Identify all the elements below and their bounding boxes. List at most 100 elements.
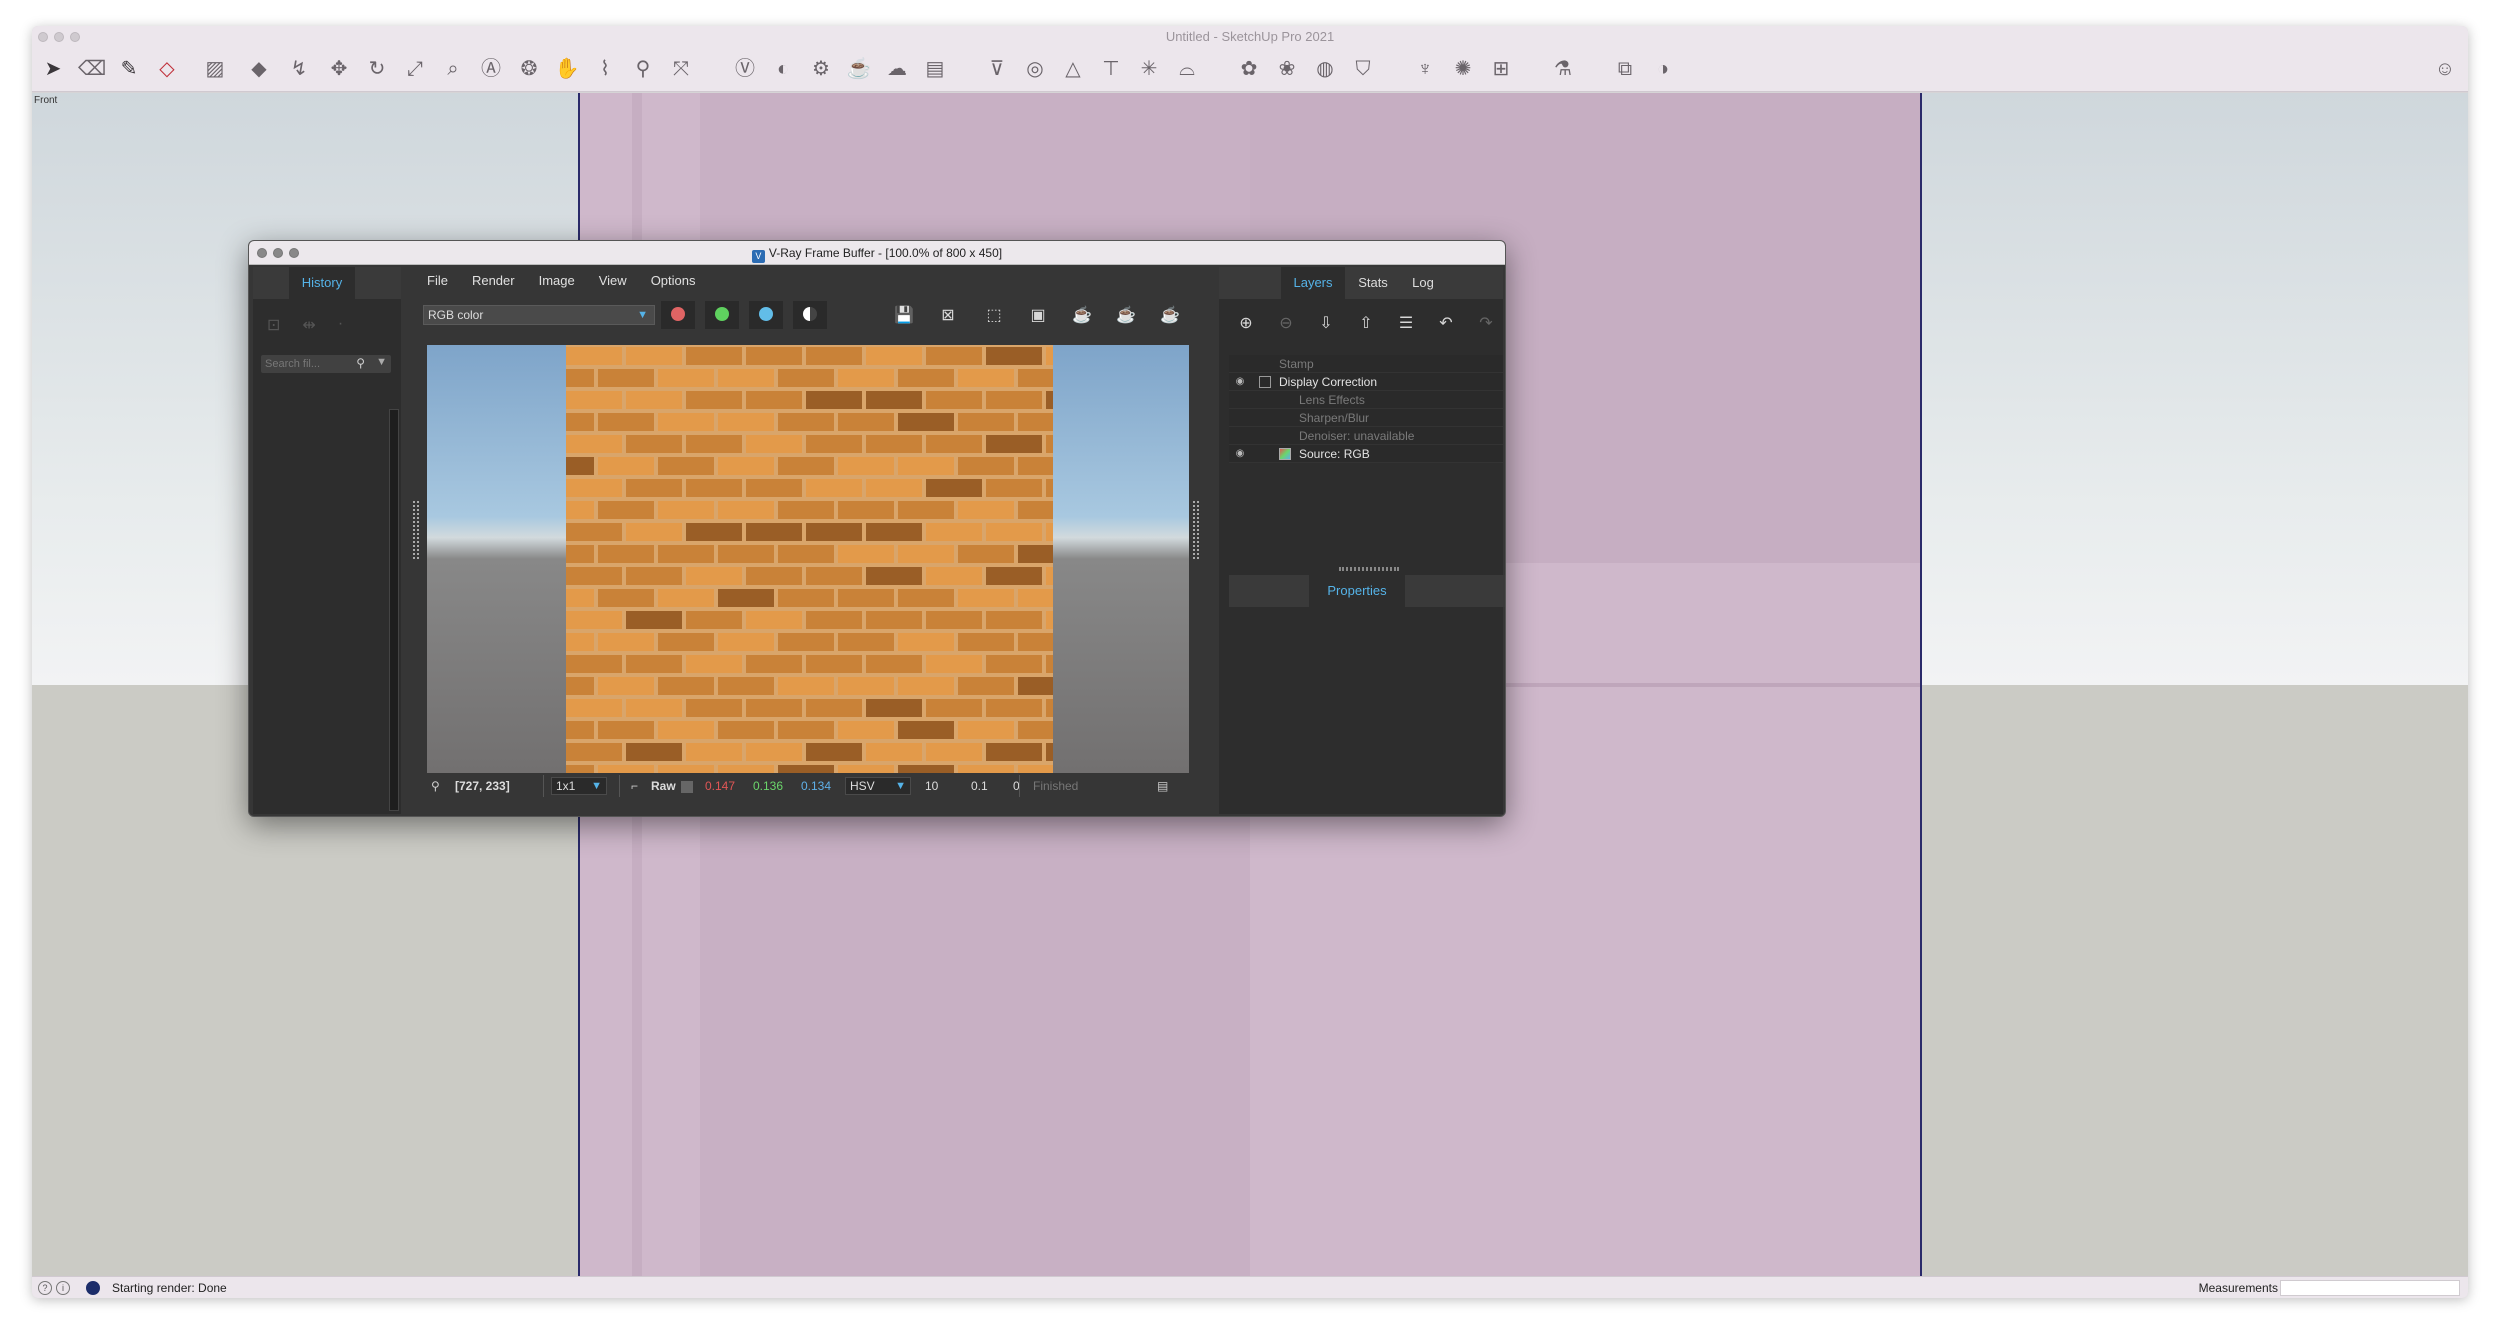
omni-light-2-icon[interactable]: ✳ — [1136, 56, 1162, 82]
tab-layers[interactable]: Layers — [1281, 267, 1345, 299]
brick — [746, 699, 802, 717]
undo-icon[interactable]: ↶ — [1431, 313, 1461, 335]
channel-select[interactable]: RGB color ▼ — [423, 305, 655, 325]
render-teapot-icon[interactable]: ☕ — [1159, 305, 1181, 327]
walk-tool-icon[interactable]: ⌇ — [592, 56, 618, 82]
layer-source-rgb[interactable]: ◉ Source: RGB — [1229, 445, 1503, 463]
ies-light-icon[interactable]: ⊤ — [1098, 56, 1124, 82]
vray-frame-buffer-icon[interactable]: ▤ — [922, 56, 948, 82]
user-icon[interactable] — [86, 1281, 100, 1295]
history-options-icon[interactable]: · — [338, 315, 343, 335]
lock-icon[interactable]: ⚲ — [431, 779, 440, 793]
zoom-extents-icon[interactable]: ⤧ — [668, 56, 694, 82]
shapes-tool-icon[interactable]: ◇ — [154, 56, 180, 82]
menu-file[interactable]: File — [415, 271, 460, 291]
menu-image[interactable]: Image — [527, 271, 587, 291]
text-tool-icon[interactable]: Ⓐ — [478, 56, 504, 82]
delete-layer-icon[interactable]: ⊖ — [1271, 313, 1301, 335]
layer-lens-effects[interactable]: Lens Effects — [1229, 391, 1503, 409]
render-image[interactable] — [427, 345, 1189, 773]
save-layers-icon[interactable]: ⇧ — [1351, 313, 1381, 335]
dome-light-icon[interactable]: ⌓ — [1174, 56, 1200, 82]
compare-icon[interactable]: ⇹ — [302, 315, 315, 335]
vray-interactive-icon[interactable]: ◐ — [770, 56, 796, 82]
section-icon[interactable]: ⊞ — [1488, 56, 1514, 82]
measurements-input[interactable] — [2280, 1280, 2460, 1296]
red-channel-icon — [671, 307, 685, 321]
materials-icon[interactable]: ◑ — [1650, 56, 1676, 82]
layers-list: Stamp ◉ Display Correction Lens Effects … — [1229, 355, 1503, 463]
brick — [806, 699, 862, 717]
tab-stats[interactable]: Stats — [1347, 267, 1399, 299]
stop-render-icon[interactable]: ☕ — [1115, 305, 1137, 327]
menu-options[interactable]: Options — [639, 271, 708, 291]
vray-cloud-icon[interactable]: ☁ — [884, 56, 910, 82]
vray-render-icon[interactable]: Ⓥ — [732, 56, 758, 82]
save-image-icon[interactable]: 💾 — [893, 305, 915, 327]
account-icon[interactable]: ☺ — [2432, 56, 2458, 82]
orbit-tool-icon[interactable]: ❂ — [516, 56, 542, 82]
scatter-icon[interactable]: ♆ — [1412, 56, 1438, 82]
color-space-select[interactable]: HSV ▼ — [845, 777, 911, 795]
eye-icon[interactable]: ◉ — [1233, 445, 1247, 463]
sun-settings-icon[interactable]: ✺ — [1450, 56, 1476, 82]
vray-asset-editor-icon[interactable]: ⚙ — [808, 56, 834, 82]
spot-light-icon[interactable]: △ — [1060, 56, 1086, 82]
zoom-tool-icon[interactable]: ⚲ — [630, 56, 656, 82]
proxy-export-icon[interactable]: ✿ — [1236, 56, 1262, 82]
info-icon[interactable]: i — [56, 1281, 70, 1295]
eraser-tool-icon[interactable]: ⌫ — [78, 56, 106, 82]
layer-sharpen-blur[interactable]: Sharpen/Blur — [1229, 409, 1503, 427]
tab-properties[interactable]: Properties — [1309, 575, 1405, 607]
proxy-import-icon[interactable]: ❀ — [1274, 56, 1300, 82]
extension-icon[interactable]: ⧉ — [1612, 56, 1638, 82]
fur-icon[interactable]: ⛉ — [1350, 56, 1376, 82]
infinite-plane-icon[interactable]: ◍ — [1312, 56, 1338, 82]
save-to-history-icon[interactable]: ⊡ — [267, 315, 280, 335]
flask-icon[interactable]: ⚗ — [1550, 56, 1576, 82]
layer-denoiser[interactable]: Denoiser: unavailable — [1229, 427, 1503, 445]
paint-bucket-icon[interactable]: ▨ — [202, 56, 228, 82]
tape-measure-icon[interactable]: ⌕ — [440, 56, 466, 82]
eye-icon[interactable]: ◉ — [1233, 373, 1247, 391]
load-layers-icon[interactable]: ⇩ — [1311, 313, 1341, 335]
scale-tool-icon[interactable]: ⤢ — [402, 56, 428, 82]
chevron-down-icon[interactable]: ▼ — [376, 356, 387, 368]
geo-location-icon[interactable]: ? — [38, 1281, 52, 1295]
color-picker-icon[interactable]: ⌐ — [631, 779, 638, 793]
layer-display-correction[interactable]: ◉ Display Correction — [1229, 373, 1503, 391]
zoom-select[interactable]: 1x1 ▼ — [551, 777, 607, 795]
sphere-light-icon[interactable]: ◎ — [1022, 56, 1048, 82]
omni-light-icon[interactable]: ⊽ — [984, 56, 1010, 82]
push-pull-icon[interactable]: ◆ — [246, 56, 272, 82]
redo-icon[interactable]: ↷ — [1471, 313, 1501, 335]
region-render-icon[interactable]: ⬚ — [983, 305, 1005, 327]
follow-me-icon[interactable]: ↯ — [286, 56, 312, 82]
right-panel-resize-handle[interactable] — [1193, 501, 1199, 559]
pan-tool-icon[interactable]: ✋ — [554, 56, 580, 82]
menu-view[interactable]: View — [587, 271, 639, 291]
search-icon[interactable]: ⚲ — [356, 356, 365, 370]
interactive-render-icon[interactable]: ☕ — [1071, 305, 1093, 327]
pencil-tool-icon[interactable]: ✎ — [116, 56, 142, 82]
layer-presets-icon[interactable]: ☰ — [1391, 313, 1421, 335]
vray-teapot-icon[interactable]: ☕ — [846, 56, 872, 82]
select-tool-icon[interactable]: ➤ — [40, 56, 66, 82]
move-tool-icon[interactable]: ✥ — [326, 56, 352, 82]
menu-render[interactable]: Render — [460, 271, 527, 291]
track-mouse-icon[interactable]: ▣ — [1027, 305, 1049, 327]
brick — [958, 501, 1014, 519]
panel-splitter-handle[interactable] — [1339, 567, 1399, 571]
tab-history[interactable]: History — [289, 267, 355, 299]
left-panel-resize-handle[interactable] — [413, 501, 419, 559]
brick — [1046, 699, 1053, 717]
tab-log[interactable]: Log — [1401, 267, 1445, 299]
brick — [866, 479, 922, 497]
layer-stamp[interactable]: Stamp — [1229, 355, 1503, 373]
clear-image-icon[interactable]: ⊠ — [937, 305, 959, 327]
log-toggle-icon[interactable]: ▤ — [1157, 779, 1168, 793]
history-scrollbar[interactable] — [389, 409, 399, 811]
rotate-tool-icon[interactable]: ↻ — [364, 56, 390, 82]
history-search-input[interactable]: Search fil... ⚲ ▼ — [261, 355, 391, 373]
add-layer-icon[interactable]: ⊕ — [1231, 313, 1261, 335]
